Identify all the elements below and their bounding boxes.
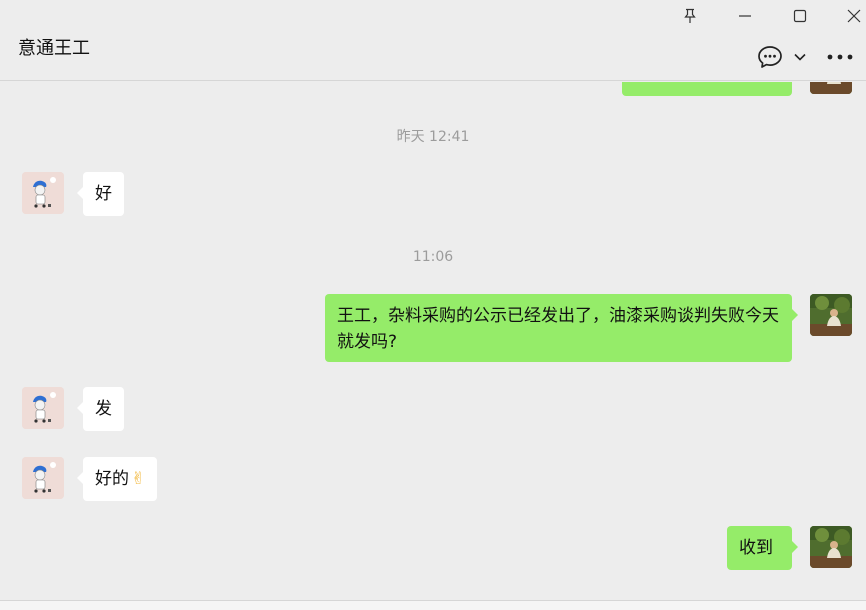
contact-avatar[interactable] <box>22 457 64 499</box>
minimize-icon <box>739 15 751 17</box>
message-bubble[interactable]: 好 <box>77 172 124 216</box>
speech-bubble-icon <box>758 46 782 68</box>
message-bubble[interactable]: 发 <box>77 387 124 431</box>
message-text: 收到 <box>739 538 773 558</box>
chat-info-dropdown[interactable] <box>791 44 809 70</box>
more-horizontal-icon <box>827 54 853 60</box>
more-options-button[interactable] <box>826 44 854 70</box>
chat-header: 意通王工 <box>0 0 866 81</box>
self-avatar[interactable] <box>810 294 852 336</box>
close-button[interactable] <box>842 4 866 28</box>
pin-button[interactable] <box>678 4 702 28</box>
message-text: 发 <box>95 399 112 419</box>
maximize-icon <box>793 9 807 23</box>
chat-title: 意通王工 <box>18 38 90 59</box>
message-bubble-partial[interactable] <box>622 82 792 96</box>
message-bubble[interactable]: 收到 <box>727 526 798 570</box>
message-input-area[interactable] <box>0 601 866 610</box>
message-text: 好的 <box>95 469 129 489</box>
self-avatar[interactable] <box>810 526 852 568</box>
maximize-button[interactable] <box>788 4 812 28</box>
message-list[interactable]: 昨天 12:41 好 11:06 王工，杂料采购的公示已经发出了，油漆采购谈判失… <box>0 82 866 600</box>
message-bubble[interactable]: 王工，杂料采购的公示已经发出了，油漆采购谈判失败今天就发吗? <box>325 294 798 362</box>
contact-avatar[interactable] <box>22 172 64 214</box>
contact-avatar-image <box>22 172 64 214</box>
self-avatar-image <box>810 526 852 568</box>
timestamp: 昨天 12:41 <box>396 129 470 145</box>
chat-info-button[interactable] <box>756 44 784 70</box>
self-avatar-image <box>810 294 852 336</box>
close-icon <box>847 9 861 23</box>
message-bubble[interactable]: 好的 ✌ <box>76 457 158 501</box>
timestamp: 11:06 <box>412 249 454 265</box>
pin-icon <box>684 8 696 23</box>
minimize-button[interactable] <box>733 4 757 28</box>
self-avatar-image <box>810 82 852 94</box>
contact-avatar-image <box>22 457 64 499</box>
victory-hand-emoji: ✌ <box>131 469 146 489</box>
message-text: 王工，杂料采购的公示已经发出了，油漆采购谈判失败今天就发吗? <box>337 306 779 352</box>
self-avatar[interactable] <box>810 82 852 94</box>
contact-avatar-image <box>22 387 64 429</box>
chevron-down-icon <box>794 53 806 61</box>
contact-avatar[interactable] <box>22 387 64 429</box>
message-text: 好 <box>95 184 112 204</box>
